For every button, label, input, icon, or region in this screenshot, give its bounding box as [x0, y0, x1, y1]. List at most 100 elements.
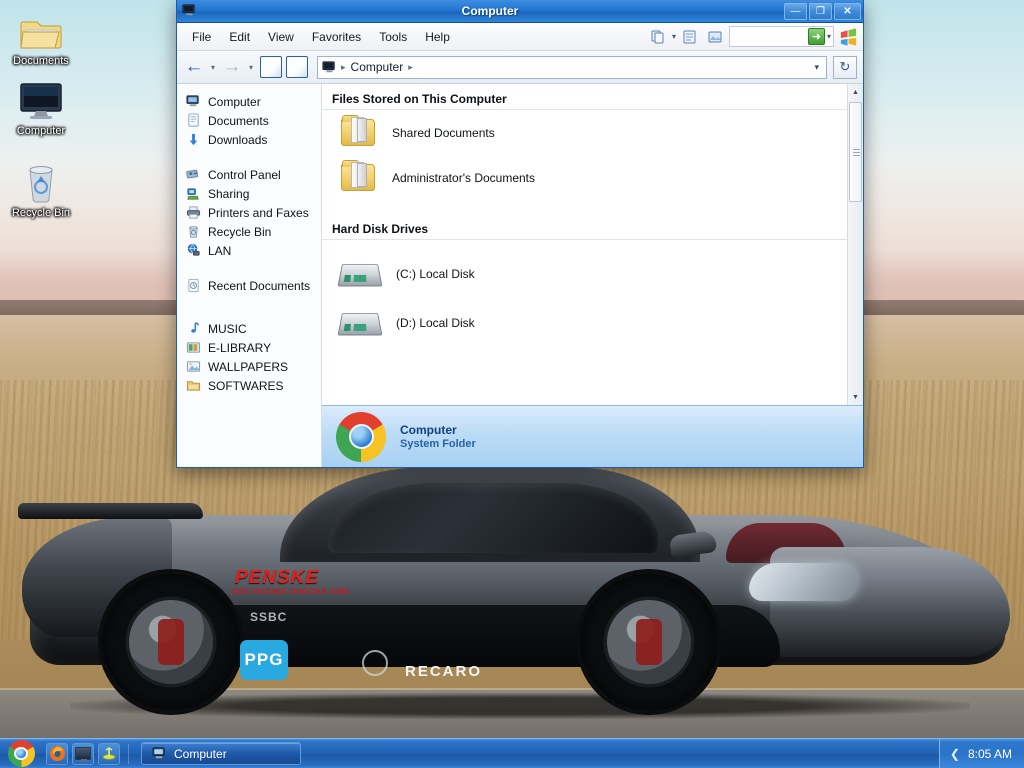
software-folder-icon [185, 378, 201, 394]
folder-icon [338, 160, 378, 191]
close-button[interactable]: ✕ [834, 2, 861, 20]
sidebar-label: E-LIBRARY [208, 340, 272, 355]
sidebar-item-printers-and-faxes[interactable]: Printers and Faxes [183, 203, 321, 222]
sidebar-item-wallpapers[interactable]: WALLPAPERS [183, 357, 321, 376]
minimize-button[interactable]: — [784, 2, 807, 20]
sidebar-item-e-library[interactable]: E-LIBRARY [183, 338, 321, 357]
taskbar-task-computer[interactable]: Computer [141, 742, 301, 765]
desktop-icon-recycle-bin[interactable]: Recycle Bin [2, 156, 80, 220]
refresh-button[interactable]: ↻ [833, 55, 857, 79]
menu-view[interactable]: View [259, 27, 303, 47]
computer-icon [152, 746, 167, 761]
scrollbar-track[interactable] [848, 100, 863, 389]
sidebar-item-music[interactable]: MUSIC [183, 319, 321, 338]
sidebar-label: Downloads [208, 132, 268, 147]
show-desktop-icon[interactable] [72, 742, 94, 765]
copy-pages-caret-icon[interactable]: ▾ [672, 32, 676, 41]
file-item-shared-documents[interactable]: Shared Documents [322, 110, 863, 155]
back-button[interactable]: ← [183, 56, 205, 78]
sidebar-item-computer[interactable]: Computer [183, 92, 321, 111]
menu-file[interactable]: File [183, 27, 220, 47]
menu-toolbar[interactable]: ▾ ➜ ▾ [647, 26, 863, 47]
new-document-icon[interactable] [260, 56, 282, 78]
file-item-administrators-documents[interactable]: Administrator's Documents [322, 155, 863, 200]
copy-pages-icon[interactable] [647, 26, 669, 47]
explorer-window[interactable]: Computer — ❐ ✕ File Edit View Favorites … [176, 0, 864, 468]
taskbar[interactable]: Computer ❮ 8:05 AM [0, 738, 1024, 768]
quick-launch-bar[interactable] [42, 742, 141, 765]
go-button[interactable]: ➜ [807, 28, 825, 45]
file-item-label: Administrator's Documents [392, 170, 536, 185]
windows-flag-icon[interactable] [837, 26, 859, 47]
start-button[interactable] [0, 739, 42, 768]
section-heading-files-stored: Files Stored on This Computer [322, 84, 855, 110]
car-windshield [328, 483, 846, 563]
tray-expand-chevron-icon[interactable]: ❮ [950, 747, 960, 761]
firefox-icon[interactable] [46, 742, 68, 765]
edit-document-icon[interactable] [286, 56, 308, 78]
menu-help[interactable]: Help [416, 27, 459, 47]
forward-history-caret-icon[interactable]: ▾ [245, 63, 257, 72]
recent-documents-icon [185, 278, 201, 294]
window-titlebar[interactable]: Computer — ❐ ✕ [177, 0, 863, 23]
sharing-icon [185, 186, 201, 202]
file-item-local-disk-c[interactable]: (C:) Local Disk [322, 240, 863, 295]
sidebar-item-lan[interactable]: LAN [183, 241, 321, 260]
vertical-scrollbar[interactable]: ▲ ▼ [847, 84, 863, 405]
menu-edit[interactable]: Edit [220, 27, 259, 47]
printer-icon [185, 205, 201, 221]
folder-icon [338, 115, 378, 146]
navigation-bar[interactable]: ← ▾ → ▾ ▸ Computer ▸ ▾ ↻ [177, 51, 863, 84]
sidebar-item-control-panel[interactable]: Control Panel [183, 165, 321, 184]
desktop-icon-documents[interactable]: Documents [2, 4, 80, 68]
hard-disk-icon [337, 262, 383, 287]
sidebar-item-recycle-bin[interactable]: Recycle Bin [183, 222, 321, 241]
menu-tools[interactable]: Tools [370, 27, 416, 47]
monitor-computer-icon [2, 74, 80, 122]
menu-bar[interactable]: File Edit View Favorites Tools Help ▾ ➜ … [177, 23, 863, 51]
maximize-button[interactable]: ❐ [809, 2, 832, 20]
details-title: Computer [400, 423, 457, 437]
go-box[interactable]: ➜ ▾ [729, 26, 834, 47]
media-icon[interactable] [98, 742, 120, 765]
views-icon[interactable] [679, 26, 701, 47]
sidebar-item-recent-documents[interactable]: Recent Documents [183, 276, 321, 295]
preview-pane-icon[interactable] [704, 26, 726, 47]
scroll-up-button[interactable]: ▲ [848, 84, 863, 100]
forward-button[interactable]: → [221, 56, 243, 78]
network-globe-icon [185, 243, 201, 259]
ppg-decal: PPG [240, 640, 288, 680]
sidebar-item-softwares[interactable]: SOFTWARES [183, 376, 321, 395]
scroll-down-button[interactable]: ▼ [848, 389, 863, 405]
scrollbar-thumb[interactable] [849, 102, 862, 202]
back-history-caret-icon[interactable]: ▾ [207, 63, 219, 72]
file-list-scroll-region[interactable]: Files Stored on This Computer Shared Doc… [322, 84, 863, 405]
go-caret-icon[interactable]: ▾ [827, 32, 831, 41]
sidebar-item-downloads[interactable]: Downloads [183, 130, 321, 149]
window-title-icon [182, 3, 196, 20]
window-controls[interactable]: — ❐ ✕ [784, 2, 861, 20]
control-panel-icon [185, 167, 201, 183]
breadcrumb-computer[interactable]: Computer [348, 60, 407, 74]
sidebar-label: Sharing [208, 186, 250, 201]
sidebar-item-sharing[interactable]: Sharing [183, 184, 321, 203]
address-dropdown-caret-icon[interactable]: ▾ [809, 62, 824, 73]
desktop-icon-computer[interactable]: Computer [2, 74, 80, 138]
file-item-local-disk-d[interactable]: (D:) Local Disk [322, 295, 863, 344]
menu-favorites[interactable]: Favorites [303, 27, 370, 47]
breadcrumb-separator-icon[interactable]: ▸ [406, 62, 415, 73]
file-list-pane[interactable]: Files Stored on This Computer Shared Doc… [322, 84, 863, 467]
address-bar[interactable]: ▸ Computer ▸ ▾ [317, 55, 827, 79]
tray-clock[interactable]: 8:05 AM [968, 747, 1012, 761]
address-computer-icon [322, 60, 336, 74]
details-pane: Computer System Folder [322, 405, 863, 467]
sidebar-item-documents[interactable]: Documents [183, 111, 321, 130]
details-subtitle: System Folder [400, 438, 476, 450]
system-tray[interactable]: ❮ 8:05 AM [938, 738, 1024, 768]
quick-launch-separator [128, 743, 129, 764]
documents-icon [185, 113, 201, 129]
sidebar-label: WALLPAPERS [208, 359, 289, 374]
navigation-pane[interactable]: Computer Documents Downloads Control Pan… [177, 84, 322, 467]
